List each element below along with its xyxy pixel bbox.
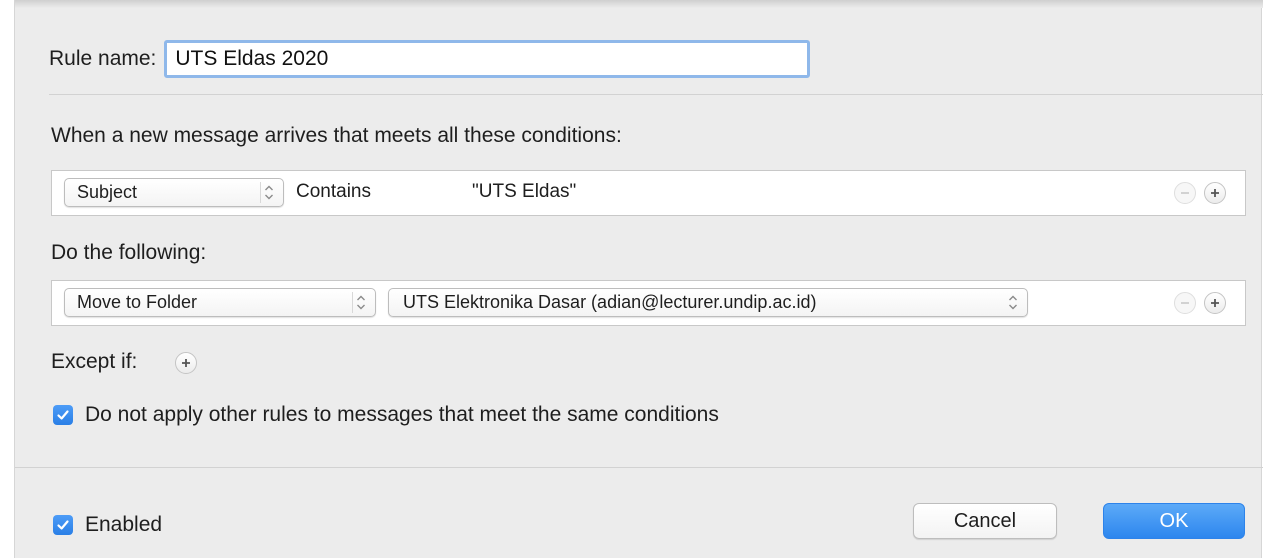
actions-heading: Do the following: xyxy=(51,241,207,264)
checkmark-icon xyxy=(57,410,69,420)
divider-top xyxy=(49,94,1263,95)
checkmark-icon xyxy=(57,520,69,530)
condition-field-value: Subject xyxy=(77,182,138,202)
conditions-heading: When a new message arrives that meets al… xyxy=(51,124,622,147)
divider-bottom xyxy=(15,467,1263,468)
rule-name-label: Rule name: xyxy=(49,47,157,70)
target-folder-popup[interactable]: UTS Elektronika Dasar (adian@lecturer.un… xyxy=(388,288,1028,317)
ok-button[interactable]: OK xyxy=(1103,503,1245,539)
up-down-chevron-icon xyxy=(352,292,369,313)
up-down-chevron-icon xyxy=(1005,292,1021,313)
rule-editor-sheet: Rule name: When a new message arrives th… xyxy=(14,0,1263,558)
condition-value: "UTS Eldas" xyxy=(472,181,577,202)
plus-icon xyxy=(1211,189,1219,197)
plus-icon xyxy=(1211,299,1219,307)
plus-icon xyxy=(182,359,190,367)
remove-action-button[interactable] xyxy=(1174,292,1196,314)
conditions-box: Subject Contains "UTS Eldas" xyxy=(51,170,1246,216)
rule-name-input[interactable] xyxy=(164,40,811,78)
except-label: Except if: xyxy=(51,350,138,373)
actions-box: Move to Folder UTS Elektronika Dasar (ad… xyxy=(51,280,1246,326)
action-type-popup[interactable]: Move to Folder xyxy=(64,288,376,317)
cancel-button[interactable]: Cancel xyxy=(913,503,1057,539)
add-condition-button[interactable] xyxy=(1204,182,1226,204)
remove-condition-button[interactable] xyxy=(1174,182,1196,204)
add-action-button[interactable] xyxy=(1204,292,1226,314)
sheet-top-edge xyxy=(15,0,1263,8)
action-type-value: Move to Folder xyxy=(77,292,198,312)
add-exception-button[interactable] xyxy=(175,352,197,374)
minus-icon xyxy=(1181,302,1189,304)
stop-rules-label: Do not apply other rules to messages tha… xyxy=(85,403,719,426)
condition-field-popup[interactable]: Subject xyxy=(64,178,284,207)
stop-rules-checkbox[interactable] xyxy=(53,405,73,425)
up-down-chevron-icon xyxy=(260,182,277,203)
enabled-label: Enabled xyxy=(85,513,163,536)
target-folder-value: UTS Elektronika Dasar (adian@lecturer.un… xyxy=(403,292,817,312)
condition-operator: Contains xyxy=(296,181,371,202)
minus-icon xyxy=(1181,192,1189,194)
rule-name-row: Rule name: xyxy=(49,40,811,78)
enabled-checkbox[interactable] xyxy=(53,515,73,535)
